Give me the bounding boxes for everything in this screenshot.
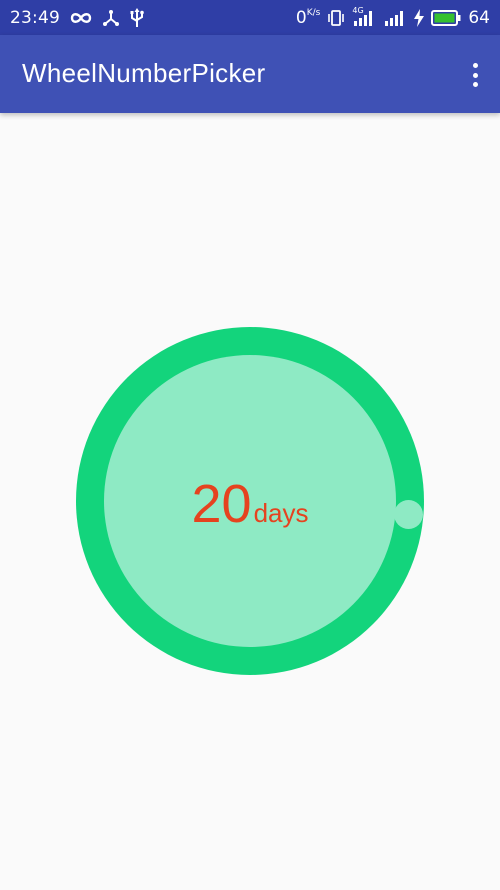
infinity-icon [70,11,92,25]
more-vert-icon[interactable] [468,59,482,91]
vibrate-icon [327,9,345,26]
data-rate-unit: K/s [306,7,321,18]
data-rate-value: 0 [295,7,307,28]
status-left: 23:49 [10,0,144,35]
battery-icon [431,9,461,26]
status-bar: 23:49 0K/s 4G 64 [0,0,500,35]
menu-dot [472,82,478,87]
app-bar: WheelNumberPicker [0,35,500,113]
usb-share-icon [102,9,120,27]
signal-4g-icon: 4G [352,6,376,27]
status-right: 0K/s 4G 64 [296,0,490,35]
wheel-value-number: 20 [191,474,252,534]
wheel-value-unit: days [253,498,309,528]
charging-icon [414,8,425,27]
usb-icon [130,7,144,28]
status-time: 23:49 [10,7,60,28]
battery-level: 64 [468,7,490,28]
menu-dot [472,63,478,68]
app-title: WheelNumberPicker [22,58,266,88]
signal-icon [383,9,407,27]
menu-dot [472,72,478,78]
wheel-value-display: 20 days [76,470,424,538]
data-rate: 0K/s [296,8,320,28]
